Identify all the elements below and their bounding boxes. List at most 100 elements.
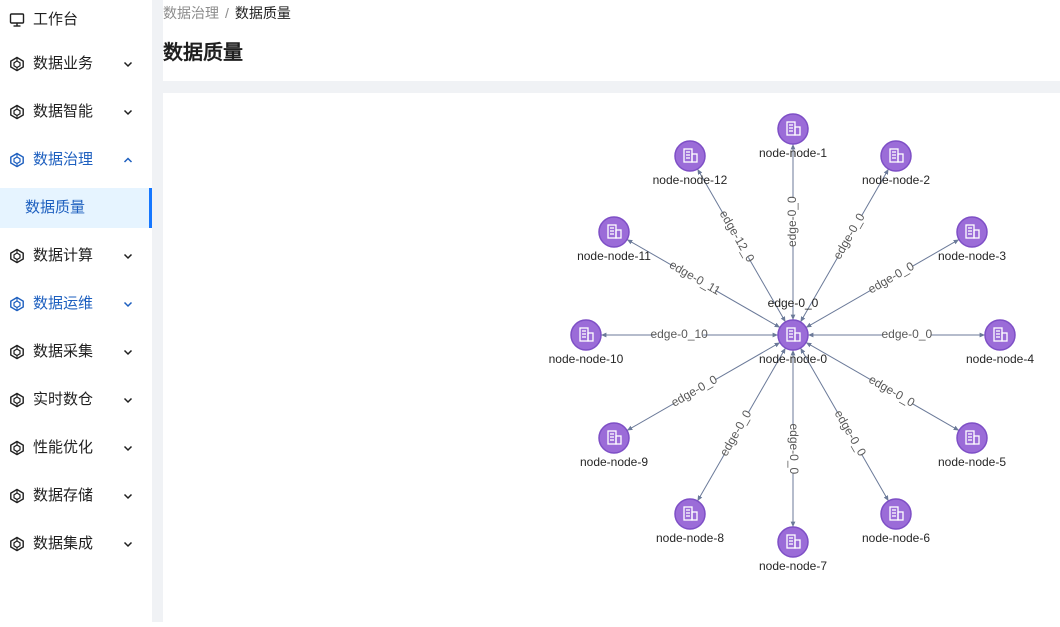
graph-node-circle[interactable] xyxy=(880,498,912,530)
graph-node-circle[interactable] xyxy=(777,113,809,145)
graph-edge-label: edge-0_0 xyxy=(785,196,799,247)
hexagon-icon xyxy=(9,152,25,168)
sidebar-item-0[interactable]: 工作台 xyxy=(0,0,152,40)
graph-node[interactable]: node-node-3 xyxy=(938,216,1006,263)
graph-node-circle[interactable] xyxy=(984,319,1016,351)
breadcrumb-parent-link[interactable]: 数据治理 xyxy=(163,4,219,22)
sidebar-divider xyxy=(152,0,163,622)
chevron-down-icon[interactable] xyxy=(122,105,134,117)
graph-edge-label: edge-0_0 xyxy=(832,408,870,459)
graph-node-circle[interactable] xyxy=(570,319,602,351)
sidebar-item-7[interactable]: 实时数仓 xyxy=(0,380,152,420)
graph-node-circle[interactable] xyxy=(674,498,706,530)
graph-node-label: node-node-8 xyxy=(656,531,724,545)
hexagon-icon xyxy=(9,56,25,72)
graph-node-label: node-node-9 xyxy=(580,455,648,469)
graph-node[interactable]: node-node-7 xyxy=(759,526,827,573)
graph-node-circle[interactable] xyxy=(598,422,630,454)
hexagon-icon xyxy=(9,296,25,312)
monitor-icon xyxy=(9,12,25,28)
graph-svg[interactable]: edge-0_0 edge-0_0edge-0_0edge-0_0edge-0_0… xyxy=(163,93,1060,622)
chevron-down-icon[interactable] xyxy=(122,57,134,69)
breadcrumb: 数据治理 / 数据质量 xyxy=(163,4,291,22)
sidebar-item-label: 数据治理 xyxy=(33,151,94,168)
graph-edge-label: edge-0_0 xyxy=(830,210,868,261)
chevron-down-icon[interactable] xyxy=(122,441,134,453)
graph-edge-label: edge-0_0 xyxy=(669,372,720,410)
graph-node-circle[interactable] xyxy=(777,319,809,351)
sidebar-item-label: 数据集成 xyxy=(33,535,94,552)
sidebar-item-6[interactable]: 数据采集 xyxy=(0,332,152,372)
graph-node-circle[interactable] xyxy=(777,526,809,558)
graph-node[interactable]: node-node-9 xyxy=(580,422,648,469)
graph-node[interactable]: node-node-8 xyxy=(656,498,724,545)
graph-node[interactable]: node-node-4 xyxy=(966,319,1034,366)
graph-node-label: node-node-5 xyxy=(938,455,1006,469)
graph-node-circle[interactable] xyxy=(598,216,630,248)
chevron-down-icon[interactable] xyxy=(122,393,134,405)
graph-node[interactable]: node-node-2 xyxy=(862,140,930,187)
graph-node[interactable]: node-node-5 xyxy=(938,422,1006,469)
breadcrumb-separator: / xyxy=(225,5,229,21)
graph-node-label: node-node-7 xyxy=(759,559,827,573)
sidebar-item-label: 数据计算 xyxy=(33,247,94,264)
sidebar-item-label: 数据智能 xyxy=(33,103,94,120)
sidebar-subitem-data-quality[interactable]: 数据质量 xyxy=(0,188,152,228)
graph-node-circle[interactable] xyxy=(880,140,912,172)
graph-node-circle[interactable] xyxy=(956,216,988,248)
graph-node-label: node-node-4 xyxy=(966,352,1034,366)
graph-edge-label: edge-0_10 xyxy=(650,327,708,341)
chevron-down-icon[interactable] xyxy=(122,345,134,357)
graph-node-label: node-node-0 xyxy=(759,352,827,366)
sidebar-item-label: 性能优化 xyxy=(33,439,94,456)
sidebar-item-9[interactable]: 数据存储 xyxy=(0,476,152,516)
graph-edge-label: edge-0_0 xyxy=(866,372,917,410)
graph-node-label: node-node-3 xyxy=(938,249,1006,263)
sidebar-item-label: 数据运维 xyxy=(33,295,94,312)
graph-node[interactable]: node-node-0 xyxy=(759,319,827,366)
graph-edge-label: edge-0_11 xyxy=(667,257,723,297)
sidebar-subitem-label: 数据质量 xyxy=(25,199,86,216)
sidebar-item-8[interactable]: 性能优化 xyxy=(0,428,152,468)
graph-node-label: node-node-2 xyxy=(862,173,930,187)
graph-center-edge-label: edge-0_0 xyxy=(768,296,819,310)
hexagon-icon xyxy=(9,440,25,456)
sidebar-item-10[interactable]: 数据集成 xyxy=(0,524,152,564)
graph-node[interactable]: node-node-10 xyxy=(549,319,624,366)
sidebar-item-2[interactable]: 数据智能 xyxy=(0,92,152,132)
sidebar-item-label: 实时数仓 xyxy=(33,391,94,408)
graph-node[interactable]: node-node-12 xyxy=(653,140,728,187)
graph-node-circle[interactable] xyxy=(956,422,988,454)
hexagon-icon xyxy=(9,344,25,360)
chevron-down-icon[interactable] xyxy=(122,249,134,261)
graph-node[interactable]: node-node-6 xyxy=(862,498,930,545)
hexagon-icon xyxy=(9,536,25,552)
sidebar-item-3[interactable]: 数据治理 xyxy=(0,140,152,180)
graph-node[interactable]: node-node-11 xyxy=(577,216,651,263)
graph-canvas[interactable]: edge-0_0 edge-0_0 edge-0_0 edge-0_0 edge-0_0… xyxy=(163,93,1060,622)
graph-edge-label: edge-0_0 xyxy=(717,407,755,458)
sidebar-item-1[interactable]: 数据业务 xyxy=(0,44,152,84)
sidebar-item-label: 数据存储 xyxy=(33,487,94,504)
hexagon-icon xyxy=(9,392,25,408)
graph-node-label: node-node-1 xyxy=(759,146,827,160)
content-separator xyxy=(152,81,1060,93)
graph-node-label: node-node-6 xyxy=(862,531,930,545)
chevron-down-icon[interactable] xyxy=(122,297,134,309)
sidebar-item-4[interactable]: 数据计算 xyxy=(0,236,152,276)
sidebar-item-5[interactable]: 数据运维 xyxy=(0,284,152,324)
graph-node-label: node-node-11 xyxy=(577,249,651,263)
breadcrumb-current: 数据质量 xyxy=(234,5,291,21)
hexagon-icon xyxy=(9,104,25,120)
sidebar-item-label: 数据采集 xyxy=(33,343,94,360)
chevron-down-icon[interactable] xyxy=(122,537,134,549)
sidebar-item-label: 工作台 xyxy=(33,11,79,28)
sidebar-item-label: 数据业务 xyxy=(33,55,94,72)
chevron-down-icon[interactable] xyxy=(122,489,134,501)
hexagon-icon xyxy=(9,488,25,504)
graph-node[interactable]: node-node-1 xyxy=(759,113,827,160)
graph-edge-label: edge-0_0 xyxy=(787,423,801,474)
graph-node-circle[interactable] xyxy=(674,140,706,172)
hexagon-icon xyxy=(9,248,25,264)
chevron-up-icon[interactable] xyxy=(122,153,134,165)
